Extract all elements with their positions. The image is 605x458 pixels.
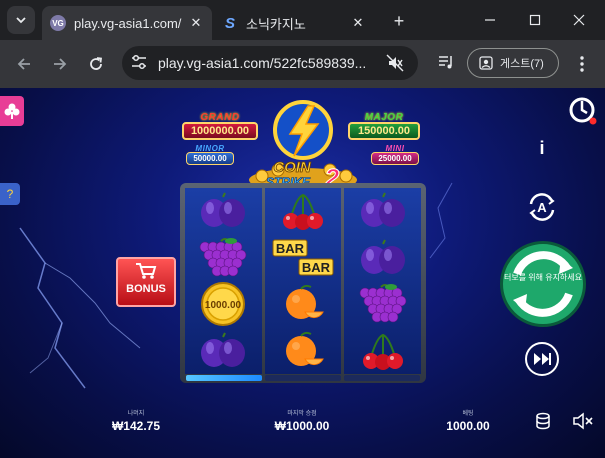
progress-segment — [265, 375, 341, 381]
bet-value[interactable]: 1000.00 — [436, 419, 500, 433]
cherry-symbol-icon — [344, 328, 421, 375]
reel-grid: 1000.00 BAR BAR — [185, 188, 421, 374]
site-favicon-icon: VG — [50, 15, 66, 31]
orange-symbol-icon — [265, 328, 342, 375]
chevron-down-icon — [16, 17, 26, 24]
jackpot-grand-value: 1000000.00 — [182, 122, 258, 140]
close-tab-icon[interactable]: ✕ — [186, 13, 206, 33]
arrow-right-icon — [54, 58, 67, 70]
tab-active[interactable]: VG play.vg-asia1.com/ ✕ — [42, 6, 212, 40]
svg-text:1000.00: 1000.00 — [205, 300, 242, 311]
reel-2: BAR BAR — [264, 188, 342, 375]
new-tab-button[interactable]: + — [388, 10, 410, 32]
browser-menu-button[interactable] — [574, 54, 590, 74]
close-tab-icon[interactable]: ✕ — [348, 13, 368, 33]
progress-segment — [344, 375, 420, 381]
last-win-display: 마지막 승점 ₩1000.00 — [262, 408, 342, 433]
reel-1: 1000.00 — [185, 188, 262, 374]
logo-coin-text: COIN — [273, 159, 312, 176]
grapes-symbol-icon — [185, 235, 262, 282]
balance-label: 나머지 — [127, 411, 145, 417]
autoplay-icon: A — [529, 193, 555, 221]
progress-segment — [186, 375, 262, 381]
jackpot-major: MAJOR 150000.00 — [348, 112, 420, 140]
jackpot-major-value: 150000.00 — [348, 122, 420, 140]
fast-forward-icon — [534, 353, 551, 365]
close-window-button[interactable] — [567, 8, 591, 32]
reload-icon — [90, 57, 103, 70]
profile-label: 게스트(7) — [500, 58, 544, 70]
arrow-left-icon — [17, 58, 30, 70]
jackpot-mini-value: 25000.00 — [371, 152, 419, 165]
shopping-cart-icon — [136, 263, 157, 279]
game-menu-button[interactable] — [0, 96, 24, 126]
volume-mute-icon — [573, 412, 593, 430]
autoplay-button[interactable]: A — [524, 189, 560, 225]
side-panel-tab[interactable]: ? — [0, 183, 20, 205]
balance-value: ₩142.75 — [111, 419, 161, 433]
forward-button[interactable] — [48, 52, 72, 76]
history-button[interactable] — [566, 90, 598, 130]
more-vertical-icon — [580, 56, 584, 72]
coin-symbol-icon: 1000.00 — [185, 281, 262, 328]
bonus-label: BONUS — [126, 283, 166, 295]
plum-symbol-icon — [185, 188, 262, 235]
game-canvas: ? GRAND 1000000.00 MINOR 50000.00 MAJOR … — [0, 88, 605, 458]
last-win-label: 마지막 승점 — [287, 411, 317, 417]
clover-icon — [4, 103, 20, 119]
tab-inactive[interactable]: S 소닉카지노 ✕ — [214, 6, 374, 40]
tab-strip: VG play.vg-asia1.com/ ✕ S 소닉카지노 ✕ + — [0, 0, 605, 40]
autoplay-letter: A — [537, 200, 547, 215]
tab-title: 소닉카지노 — [246, 16, 306, 32]
svg-text:BAR: BAR — [302, 260, 331, 275]
minimize-icon — [485, 19, 495, 21]
person-icon — [479, 56, 493, 70]
tab-title: play.vg-asia1.com/ — [74, 15, 182, 31]
reload-button[interactable] — [84, 52, 108, 76]
tab-search-button[interactable] — [7, 6, 35, 34]
spin-button[interactable] — [500, 241, 586, 327]
bet-display[interactable]: 베팅 1000.00 — [436, 408, 500, 433]
minimize-button[interactable] — [478, 8, 502, 32]
maximize-icon — [529, 14, 541, 26]
bet-settings-button[interactable] — [533, 410, 553, 432]
orange-symbol-icon — [265, 281, 342, 328]
coin-strike-logo: COIN STRIKE 2 — [249, 100, 357, 190]
maximize-button[interactable] — [523, 8, 547, 32]
turbo-hint-text: 터보를 위해 유지하세요 — [503, 273, 583, 282]
grapes-symbol-icon — [344, 281, 421, 328]
spin-progress — [186, 375, 420, 381]
reel-3 — [344, 188, 421, 374]
jackpot-mini: MINI 25000.00 — [371, 144, 419, 165]
last-win-value: ₩1000.00 — [274, 419, 330, 433]
cherry-symbol-icon — [265, 188, 342, 235]
spin-arrows-icon — [513, 251, 573, 317]
bar-symbol-icon: BAR BAR — [265, 235, 342, 282]
coin-stack-icon — [536, 412, 550, 430]
url-text[interactable]: play.vg-asia1.com/522fc589839... — [158, 55, 366, 71]
media-control-icon[interactable] — [436, 52, 456, 72]
profile-button[interactable]: 게스트(7) — [467, 48, 559, 78]
back-button[interactable] — [12, 52, 36, 76]
plum-symbol-icon — [344, 188, 421, 235]
turbo-button[interactable] — [525, 342, 559, 376]
site-favicon-icon: S — [224, 14, 235, 32]
tab-muted-icon[interactable] — [386, 54, 406, 72]
balance-display: 나머지 ₩142.75 — [100, 408, 172, 433]
svg-text:BAR: BAR — [276, 241, 305, 256]
jackpot-minor: MINOR 50000.00 — [186, 144, 234, 165]
info-button[interactable]: i — [532, 136, 552, 160]
bonus-buy-button[interactable]: BONUS — [116, 257, 176, 307]
bet-label: 베팅 — [462, 411, 474, 417]
plum-symbol-icon — [185, 328, 262, 375]
jackpot-grand: GRAND 1000000.00 — [182, 112, 258, 140]
jackpot-minor-value: 50000.00 — [186, 152, 234, 165]
close-icon — [573, 14, 585, 26]
history-icon — [569, 97, 597, 125]
plum-symbol-icon — [344, 235, 421, 282]
sound-button[interactable] — [570, 410, 596, 432]
site-info-icon[interactable] — [130, 54, 150, 72]
